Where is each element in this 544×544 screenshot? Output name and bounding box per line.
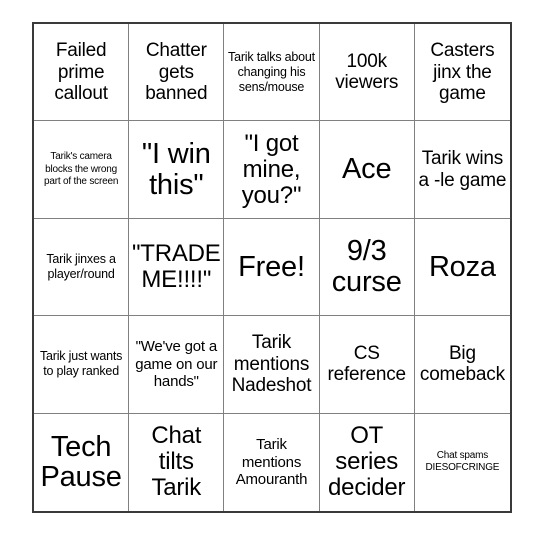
- bingo-cell-label: "I got mine, you?": [241, 129, 302, 209]
- bingo-cell-r1c4[interactable]: 100k viewers: [319, 24, 415, 122]
- bingo-cell-r3c1[interactable]: Tarik jinxes a player/round: [34, 218, 130, 317]
- bingo-cell-r2c1[interactable]: Tarik's camera blocks the wrong part of …: [34, 121, 130, 219]
- bingo-cell-r5c3[interactable]: Tarik mentions Amouranth: [224, 413, 320, 511]
- bingo-cell-label: Tarik talks about changing his sens/mous…: [228, 49, 315, 94]
- bingo-cell-r2c4[interactable]: Ace: [319, 121, 415, 219]
- bingo-cell-label: CS reference: [327, 343, 406, 386]
- bingo-cell-label: Failed prime callout: [54, 40, 108, 104]
- bingo-cell-label: Casters jinx the game: [430, 40, 495, 104]
- bingo-cell-label: Roza: [428, 250, 496, 283]
- bingo-cell-r4c5[interactable]: Big comeback: [414, 316, 510, 414]
- bingo-cell-label: Ace: [342, 153, 392, 186]
- bingo-cell-r3c5[interactable]: Roza: [414, 218, 510, 317]
- bingo-cell-r2c3[interactable]: "I got mine, you?": [224, 121, 320, 219]
- bingo-cell-r4c1[interactable]: Tarik just wants to play ranked: [34, 316, 130, 414]
- bingo-cell-r5c1[interactable]: Tech Pause: [34, 413, 130, 511]
- bingo-cell-r4c4[interactable]: CS reference: [319, 316, 415, 414]
- bingo-cell-label: Tech Pause: [40, 430, 122, 494]
- bingo-cell-r3c4[interactable]: 9/3 curse: [319, 218, 415, 317]
- bingo-cell-label: Chat tilts Tarik: [151, 422, 202, 502]
- bingo-cell-r5c4[interactable]: OT series decider: [319, 413, 415, 511]
- bingo-cell-r1c1[interactable]: Failed prime callout: [34, 24, 130, 122]
- bingo-cell-r4c2[interactable]: "We've got a game on our hands": [129, 316, 225, 414]
- bingo-cell-r2c2[interactable]: "I win this": [129, 121, 225, 219]
- bingo-cell-r1c2[interactable]: Chatter gets banned: [129, 24, 225, 122]
- bingo-cell-label: 9/3 curse: [331, 235, 402, 298]
- bingo-cell-r4c3[interactable]: Tarik mentions Nadeshot: [224, 316, 320, 414]
- bingo-cell-r1c3[interactable]: Tarik talks about changing his sens/mous…: [224, 24, 320, 122]
- bingo-cell-label: "We've got a game on our hands": [135, 338, 218, 391]
- bingo-cell-label: Tarik mentions Amouranth: [235, 436, 308, 488]
- bingo-cell-label: Tarik just wants to play ranked: [39, 349, 123, 379]
- bingo-cell-label: Tarik wins a -le game: [418, 148, 507, 191]
- bingo-cell-r5c2[interactable]: Chat tilts Tarik: [129, 413, 225, 511]
- bingo-cell-label: Big comeback: [419, 343, 505, 386]
- bingo-cell-r3c3[interactable]: Free!: [224, 218, 320, 317]
- bingo-card-grid: Failed prime callout Chatter gets banned T…: [32, 22, 512, 513]
- bingo-cell-label: OT series decider: [328, 422, 406, 502]
- bingo-cell-r2c5[interactable]: Tarik wins a -le game: [414, 121, 510, 219]
- bingo-cell-label: "TRADE ME!!!!": [131, 240, 221, 293]
- bingo-cell-label: Chatter gets banned: [145, 40, 208, 104]
- bingo-cell-r5c5[interactable]: Chat spams DIESOFCRINGE: [414, 413, 510, 511]
- bingo-cell-r1c5[interactable]: Casters jinx the game: [414, 24, 510, 122]
- bingo-cell-label: Chat spams DIESOFCRINGE: [425, 450, 500, 474]
- bingo-cell-label: Tarik's camera blocks the wrong part of …: [43, 151, 119, 187]
- bingo-cell-label: Tarik mentions Nadeshot: [231, 332, 312, 397]
- bingo-cell-label: Free!: [238, 250, 305, 283]
- bingo-cell-label: Tarik jinxes a player/round: [46, 251, 116, 281]
- bingo-cell-r3c2[interactable]: "TRADE ME!!!!": [129, 218, 225, 317]
- bingo-cell-label: 100k viewers: [335, 50, 399, 94]
- bingo-cell-label: "I win this": [141, 137, 211, 201]
